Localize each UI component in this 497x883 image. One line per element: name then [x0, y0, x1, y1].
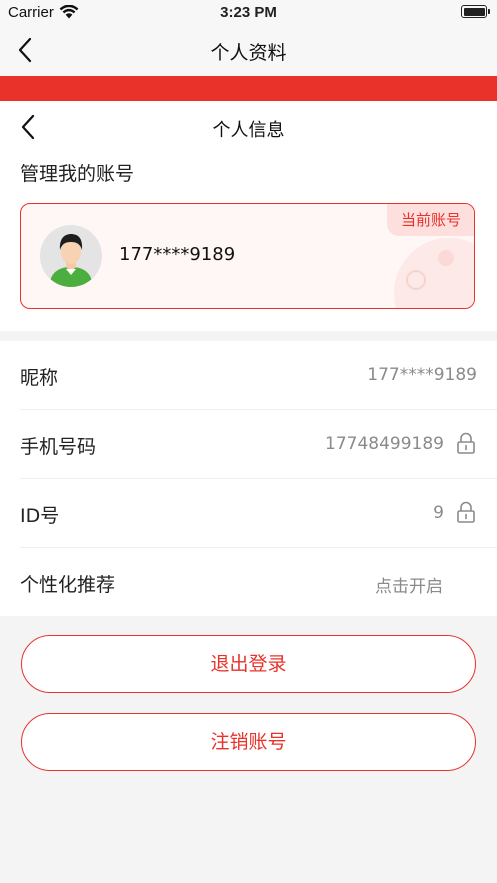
current-account-badge: 当前账号: [386, 204, 474, 236]
row-label: 手机号码: [20, 436, 97, 458]
deactivate-account-button[interactable]: 注销账号: [21, 713, 476, 771]
account-number: 177****9189: [119, 244, 236, 265]
logout-button[interactable]: 退出登录: [21, 635, 476, 693]
row-label: 个性化推荐: [20, 574, 116, 596]
info-row-id[interactable]: ID号 9: [0, 479, 497, 548]
account-panel: 个人信息 管理我的账号 177****9189 当前账号: [0, 101, 497, 331]
info-row-recommendation[interactable]: 个性化推荐 点击开启: [0, 548, 497, 617]
recommendation-toggle-link[interactable]: 点击开启: [375, 572, 443, 597]
nav-bar: 个人资料: [0, 24, 497, 76]
row-value: 177****9189: [367, 365, 477, 385]
clock: 3:23 PM: [220, 4, 277, 21]
info-row-nickname[interactable]: 昵称 177****9189: [0, 341, 497, 410]
decoration-dot: [438, 250, 454, 266]
battery-icon: [461, 5, 490, 18]
status-bar: Carrier 3:23 PM: [0, 0, 497, 24]
page-title: 个人资料: [210, 42, 287, 64]
section-title: 个人信息: [212, 120, 285, 141]
info-row-phone[interactable]: 手机号码 17748499189: [0, 410, 497, 479]
lock-icon: [457, 432, 475, 454]
row-value: 17748499189: [325, 434, 444, 454]
decoration-circle: [394, 238, 474, 308]
profile-info-list: 昵称 177****9189 手机号码 17748499189 ID号 9 个性…: [0, 341, 497, 616]
avatar: [40, 225, 102, 287]
decoration-ring: [406, 270, 426, 290]
current-account-card[interactable]: 177****9189 当前账号: [20, 203, 475, 309]
lock-icon: [457, 501, 475, 523]
row-value: 9: [433, 503, 444, 523]
manage-accounts-label: 管理我的账号: [20, 163, 135, 185]
row-label: ID号: [20, 505, 60, 527]
user-avatar-icon: [40, 225, 102, 287]
row-label: 昵称: [20, 367, 59, 389]
header-accent-band: [0, 76, 497, 101]
